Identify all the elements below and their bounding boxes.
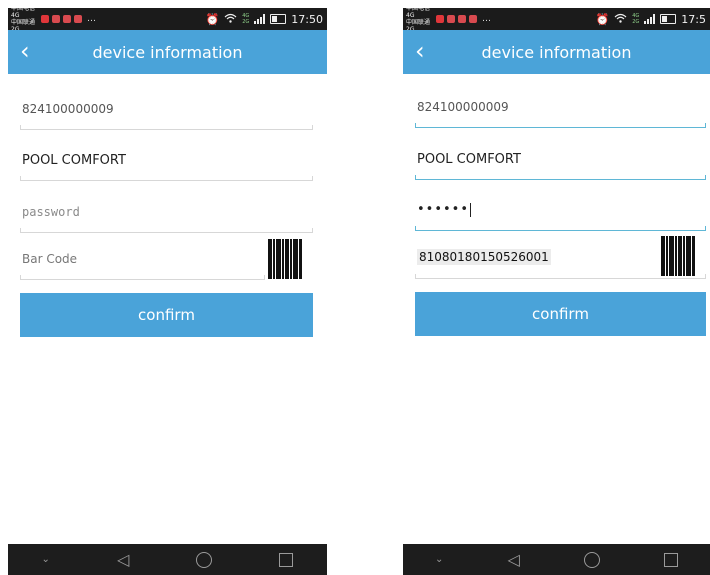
more-notifications-icon: … [482, 14, 491, 24]
status-time: 17:50 [291, 12, 323, 26]
notification-icon [74, 15, 82, 23]
device-id-value: 824100000009 [417, 100, 509, 114]
network-bottom: 2G [632, 19, 640, 25]
confirm-button[interactable]: confirm [415, 292, 706, 336]
confirm-button[interactable]: confirm [20, 293, 313, 337]
notification-icon [41, 15, 49, 23]
wifi-icon [224, 13, 237, 26]
password-masked-value: •••••• [417, 202, 470, 217]
field-underline [20, 228, 313, 233]
field-underline [415, 226, 706, 231]
device-name-field[interactable]: POOL COMFORT [415, 140, 706, 180]
app-bar: ‹ device information [403, 30, 710, 74]
device-id-value: 824100000009 [22, 102, 114, 116]
barcode-placeholder: Bar Code [22, 252, 78, 266]
password-placeholder: password [22, 205, 80, 219]
field-underline [415, 123, 706, 128]
wifi-icon [614, 13, 627, 26]
phone-screen-filled: 中国电信 4G 中国联通 2G … ⏰ 4G 2G 17:5 ‹ device [403, 8, 710, 575]
status-right: ⏰ 4G 2G 17:50 [206, 13, 323, 26]
notification-icon [469, 15, 477, 23]
status-bar: 中国电信 4G 中国联通 2G … ⏰ 4G 2G 17:5 [403, 8, 710, 33]
status-bar: 中国电信 4G 中国联通 2G … ⏰ 4G 2G 17:50 [8, 8, 327, 33]
network-type-labels: 4G 2G [242, 13, 249, 25]
notification-icons: … [41, 14, 96, 24]
device-id-field[interactable]: 824100000009 [415, 88, 706, 128]
system-nav-bar: ⌄ ◁ [403, 544, 710, 575]
nav-back-icon[interactable]: ◁ [117, 550, 129, 569]
barcode-icon[interactable] [268, 239, 312, 279]
system-nav-bar: ⌄ ◁ [8, 544, 327, 575]
home-icon[interactable] [196, 551, 213, 568]
notification-icon [436, 15, 444, 23]
page-title: device information [92, 42, 243, 62]
battery-icon [660, 14, 677, 24]
field-underline [20, 275, 265, 280]
password-input[interactable]: •••••• [417, 202, 472, 217]
notification-icon [458, 15, 466, 23]
alarm-icon: ⏰ [205, 12, 220, 26]
recents-icon[interactable] [663, 552, 678, 567]
device-id-field[interactable]: 824100000009 [20, 90, 313, 130]
notification-icon [63, 15, 71, 23]
network-bottom: 2G [242, 19, 250, 25]
notification-icon [52, 15, 60, 23]
status-right: ⏰ 4G 2G 17:5 [596, 13, 706, 26]
network-type-labels: 4G 2G [632, 13, 639, 25]
password-field[interactable]: •••••• [415, 191, 706, 231]
status-time: 17:5 [681, 12, 706, 26]
carrier-1: 中国电信 4G [406, 8, 431, 19]
notification-icons: … [436, 14, 491, 24]
recents-icon[interactable] [279, 552, 294, 567]
home-icon[interactable] [583, 551, 600, 568]
field-underline [415, 274, 706, 279]
notification-icon [447, 15, 455, 23]
barcode-field[interactable]: Bar Code [20, 240, 265, 280]
barcode-value: 81080180150526001 [417, 249, 551, 265]
back-arrow-icon[interactable]: ‹ [415, 36, 425, 66]
password-field[interactable]: password [20, 193, 313, 233]
app-bar: ‹ device information [8, 30, 327, 74]
chevron-down-icon[interactable]: ⌄ [42, 554, 50, 565]
signal-icon [254, 14, 266, 24]
device-name-value: POOL COMFORT [417, 152, 521, 167]
alarm-icon: ⏰ [595, 12, 610, 26]
more-notifications-icon: … [87, 14, 96, 24]
battery-icon [270, 14, 287, 24]
barcode-icon[interactable] [661, 236, 705, 276]
field-underline [415, 175, 706, 180]
device-name-value: POOL COMFORT [22, 153, 126, 168]
page-title: device information [481, 42, 632, 62]
field-underline [20, 176, 313, 181]
device-name-field[interactable]: POOL COMFORT [20, 141, 313, 181]
chevron-down-icon[interactable]: ⌄ [435, 554, 443, 565]
field-underline [20, 125, 313, 130]
carrier-1: 中国电信 4G [11, 8, 36, 19]
text-cursor [470, 202, 472, 217]
back-arrow-icon[interactable]: ‹ [20, 36, 30, 66]
signal-icon [644, 14, 656, 24]
phone-screen-empty: 中国电信 4G 中国联通 2G … ⏰ 4G 2G 17:50 ‹ device [8, 8, 327, 575]
nav-back-icon[interactable]: ◁ [507, 550, 519, 569]
